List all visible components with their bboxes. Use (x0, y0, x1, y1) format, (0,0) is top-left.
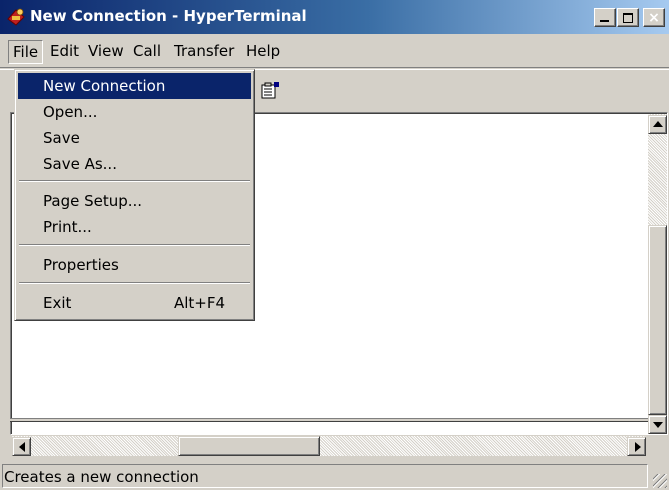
menu-item-label: Open... (43, 103, 98, 121)
menu-item-label: Save (43, 129, 80, 147)
maximize-button[interactable] (617, 8, 639, 27)
resize-grip-icon[interactable] (653, 474, 667, 488)
minimize-button[interactable] (594, 8, 616, 27)
horizontal-scrollbar-track[interactable] (12, 436, 646, 456)
menu-item-label: Exit (43, 294, 72, 312)
horizontal-scrollbar-thumb[interactable] (178, 436, 320, 456)
title-bar[interactable]: New Connection - HyperTerminal × (0, 0, 669, 34)
menu-bar: File Edit View Call Transfer Help (0, 34, 669, 68)
menu-separator (19, 244, 250, 246)
file-menu-dropdown: New Connection Open... Save Save As... P… (14, 69, 255, 321)
menu-item-page-setup[interactable]: Page Setup... (18, 188, 251, 214)
menu-item-shortcut: Alt+F4 (173, 294, 225, 312)
arrow-left-icon (19, 442, 25, 452)
menu-call[interactable]: Call (133, 42, 161, 60)
hyperterminal-icon (7, 8, 25, 26)
menu-item-label: Properties (43, 256, 119, 274)
menu-item-exit[interactable]: Exit Alt+F4 (18, 290, 251, 316)
properties-icon[interactable] (260, 80, 282, 100)
window-title: New Connection - HyperTerminal (30, 7, 307, 25)
terminal-divider (10, 418, 648, 422)
menu-item-label: Page Setup... (43, 192, 143, 210)
menu-item-label: New Connection (43, 77, 166, 95)
menu-view[interactable]: View (88, 42, 124, 60)
status-bar: Creates a new connection (0, 462, 669, 490)
menu-transfer[interactable]: Transfer (174, 42, 234, 60)
menu-item-label: Save As... (43, 155, 117, 173)
maximize-icon (623, 12, 633, 23)
scroll-left-button[interactable] (12, 437, 31, 456)
arrow-up-icon (653, 121, 663, 127)
menu-item-label: Print... (43, 218, 92, 236)
vertical-scrollbar-thumb[interactable] (648, 225, 667, 415)
arrow-right-icon (635, 442, 641, 452)
menu-item-properties[interactable]: Properties (18, 252, 251, 278)
close-icon: × (648, 9, 660, 26)
menu-item-new-connection[interactable]: New Connection (18, 73, 251, 99)
menu-item-save[interactable]: Save (18, 125, 251, 151)
minimize-icon (600, 20, 609, 22)
menu-separator (19, 180, 250, 182)
close-button[interactable]: × (643, 8, 665, 27)
menu-item-print[interactable]: Print... (18, 214, 251, 240)
menu-file[interactable]: File (8, 40, 44, 64)
menu-item-save-as[interactable]: Save As... (18, 151, 251, 177)
menu-edit[interactable]: Edit (50, 42, 79, 60)
scroll-up-button[interactable] (648, 115, 667, 134)
menu-separator (19, 282, 250, 284)
scroll-down-button[interactable] (648, 415, 667, 434)
menu-item-open[interactable]: Open... (18, 99, 251, 125)
scroll-right-button[interactable] (627, 437, 646, 456)
arrow-down-icon (653, 422, 663, 428)
status-text: Creates a new connection (4, 468, 199, 486)
menu-help[interactable]: Help (246, 42, 280, 60)
